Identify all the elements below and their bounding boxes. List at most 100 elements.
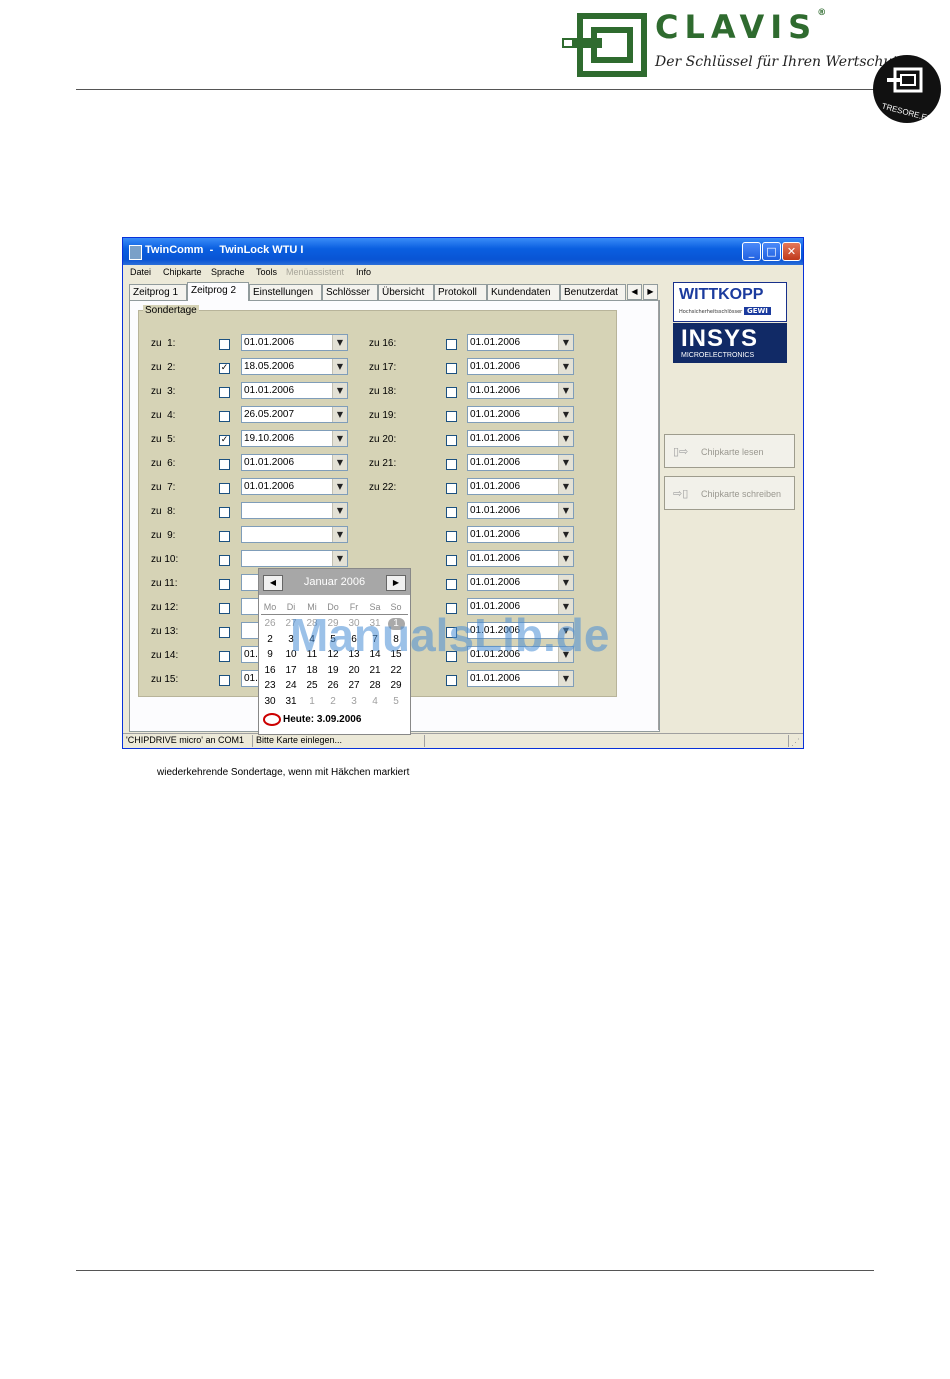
chipkarte-schreiben-button[interactable]: ⇨▯ Chipkarte schreiben	[664, 476, 795, 510]
dropdown-arrow-icon[interactable]: ▼	[558, 407, 573, 422]
date-combo[interactable]: 19.10.2006 ▼	[241, 430, 348, 447]
calendar-prev-icon[interactable]: ◀	[263, 575, 283, 591]
recurring-checkbox[interactable]	[219, 411, 230, 422]
close-button[interactable]: ✕	[782, 242, 801, 261]
recurring-checkbox[interactable]	[219, 651, 230, 662]
dropdown-arrow-icon[interactable]: ▼	[558, 575, 573, 590]
recurring-checkbox[interactable]	[446, 531, 457, 542]
recurring-checkbox[interactable]	[446, 435, 457, 446]
recurring-checkbox[interactable]: ✓	[219, 363, 230, 374]
menu-sprache[interactable]: Sprache	[211, 267, 245, 277]
dropdown-arrow-icon[interactable]: ▼	[332, 407, 347, 422]
date-combo[interactable]: 01.01.2006 ▼	[467, 358, 574, 375]
recurring-checkbox[interactable]	[219, 603, 230, 614]
date-combo[interactable]: 18.05.2006 ▼	[241, 358, 348, 375]
dropdown-arrow-icon[interactable]: ▼	[332, 479, 347, 494]
date-combo[interactable]: 01.01.2006 ▼	[467, 454, 574, 471]
date-combo[interactable]: 01.01.2006 ▼	[467, 574, 574, 591]
tab-zeitprog-2[interactable]: Zeitprog 2	[187, 282, 249, 301]
dropdown-arrow-icon[interactable]: ▼	[558, 383, 573, 398]
recurring-checkbox[interactable]	[446, 339, 457, 350]
dropdown-arrow-icon[interactable]: ▼	[332, 455, 347, 470]
calendar-day[interactable]: 18	[302, 665, 323, 676]
menu-chipkarte[interactable]: Chipkarte	[163, 267, 202, 277]
calendar-day[interactable]: 22	[386, 665, 407, 676]
tab-scroll-right-icon[interactable]: ▶	[643, 284, 658, 300]
date-combo[interactable]: 01.01.2006 ▼	[241, 454, 348, 471]
dropdown-arrow-icon[interactable]: ▼	[332, 359, 347, 374]
dropdown-arrow-icon[interactable]: ▼	[558, 479, 573, 494]
recurring-checkbox[interactable]	[219, 459, 230, 470]
recurring-checkbox[interactable]: ✓	[219, 435, 230, 446]
calendar-day[interactable]: 1	[302, 696, 323, 707]
date-combo[interactable]: 01.01.2006 ▼	[241, 334, 348, 351]
calendar-day[interactable]: 3	[344, 696, 365, 707]
calendar-day[interactable]: 28	[365, 680, 386, 691]
menu-tools[interactable]: Tools	[256, 267, 277, 277]
date-combo[interactable]: 01.01.2006 ▼	[467, 478, 574, 495]
calendar-day[interactable]: 2	[323, 696, 344, 707]
dropdown-arrow-icon[interactable]: ▼	[332, 431, 347, 446]
resize-grip-icon[interactable]: ⋰	[791, 737, 801, 747]
title-bar[interactable]: TwinComm - TwinLock WTU I _ □ ✕	[123, 238, 803, 265]
chipkarte-lesen-button[interactable]: ▯⇨ Chipkarte lesen	[664, 434, 795, 468]
dropdown-arrow-icon[interactable]: ▼	[558, 359, 573, 374]
tab-benutzerdaten[interactable]: Benutzerdat	[560, 284, 626, 300]
date-combo[interactable]: 01.01.2006 ▼	[241, 382, 348, 399]
recurring-checkbox[interactable]	[446, 363, 457, 374]
maximize-button[interactable]: □	[762, 242, 781, 261]
recurring-checkbox[interactable]	[446, 579, 457, 590]
dropdown-arrow-icon[interactable]: ▼	[332, 335, 347, 350]
calendar-day[interactable]: 2	[260, 634, 281, 645]
calendar-day[interactable]: 27	[344, 680, 365, 691]
recurring-checkbox[interactable]	[446, 483, 457, 494]
menu-datei[interactable]: Datei	[130, 267, 151, 277]
calendar-day[interactable]: 21	[365, 665, 386, 676]
date-combo[interactable]: 01.01.2006 ▼	[467, 502, 574, 519]
recurring-checkbox[interactable]	[446, 459, 457, 470]
recurring-checkbox[interactable]	[446, 387, 457, 398]
dropdown-arrow-icon[interactable]: ▼	[332, 551, 347, 566]
calendar-day[interactable]: 29	[386, 680, 407, 691]
recurring-checkbox[interactable]	[446, 555, 457, 566]
recurring-checkbox[interactable]	[219, 555, 230, 566]
dropdown-arrow-icon[interactable]: ▼	[332, 383, 347, 398]
recurring-checkbox[interactable]	[446, 675, 457, 686]
dropdown-arrow-icon[interactable]: ▼	[558, 335, 573, 350]
recurring-checkbox[interactable]	[219, 387, 230, 398]
date-combo[interactable]: 01.01.2006 ▼	[467, 526, 574, 543]
dropdown-arrow-icon[interactable]: ▼	[558, 527, 573, 542]
calendar-day[interactable]: 24	[281, 680, 302, 691]
date-combo[interactable]: ▼	[241, 526, 348, 543]
calendar-month-title[interactable]: Januar 2006	[285, 576, 384, 588]
calendar-day[interactable]: 31	[281, 696, 302, 707]
recurring-checkbox[interactable]	[446, 411, 457, 422]
tab-uebersicht[interactable]: Übersicht	[378, 284, 434, 300]
tab-kundendaten[interactable]: Kundendaten	[487, 284, 560, 300]
menu-info[interactable]: Info	[356, 267, 371, 277]
recurring-checkbox[interactable]	[219, 579, 230, 590]
dropdown-arrow-icon[interactable]: ▼	[558, 503, 573, 518]
calendar-day[interactable]: 26	[260, 618, 281, 629]
calendar-day[interactable]: 26	[323, 680, 344, 691]
date-combo[interactable]: ▼	[241, 550, 348, 567]
dropdown-arrow-icon[interactable]: ▼	[332, 527, 347, 542]
calendar-day[interactable]: 9	[260, 649, 281, 660]
date-combo[interactable]: 26.05.2007 ▼	[241, 406, 348, 423]
calendar-day[interactable]: 5	[386, 696, 407, 707]
calendar-day[interactable]: 23	[260, 680, 281, 691]
dropdown-arrow-icon[interactable]: ▼	[332, 503, 347, 518]
dropdown-arrow-icon[interactable]: ▼	[558, 431, 573, 446]
calendar-day[interactable]: 17	[281, 665, 302, 676]
calendar-day[interactable]: 4	[365, 696, 386, 707]
calendar-next-icon[interactable]: ▶	[386, 575, 406, 591]
tab-protokoll[interactable]: Protokoll	[434, 284, 487, 300]
recurring-checkbox[interactable]	[219, 531, 230, 542]
calendar-today-link[interactable]: Heute: 3.09.2006	[263, 713, 361, 726]
tab-einstellungen[interactable]: Einstellungen	[249, 284, 322, 300]
date-combo[interactable]: 01.01.2006 ▼	[467, 550, 574, 567]
tab-schloesser[interactable]: Schlösser	[322, 284, 378, 300]
date-combo[interactable]: 01.01.2006 ▼	[467, 406, 574, 423]
calendar-day[interactable]: 30	[260, 696, 281, 707]
calendar-day[interactable]: 16	[260, 665, 281, 676]
